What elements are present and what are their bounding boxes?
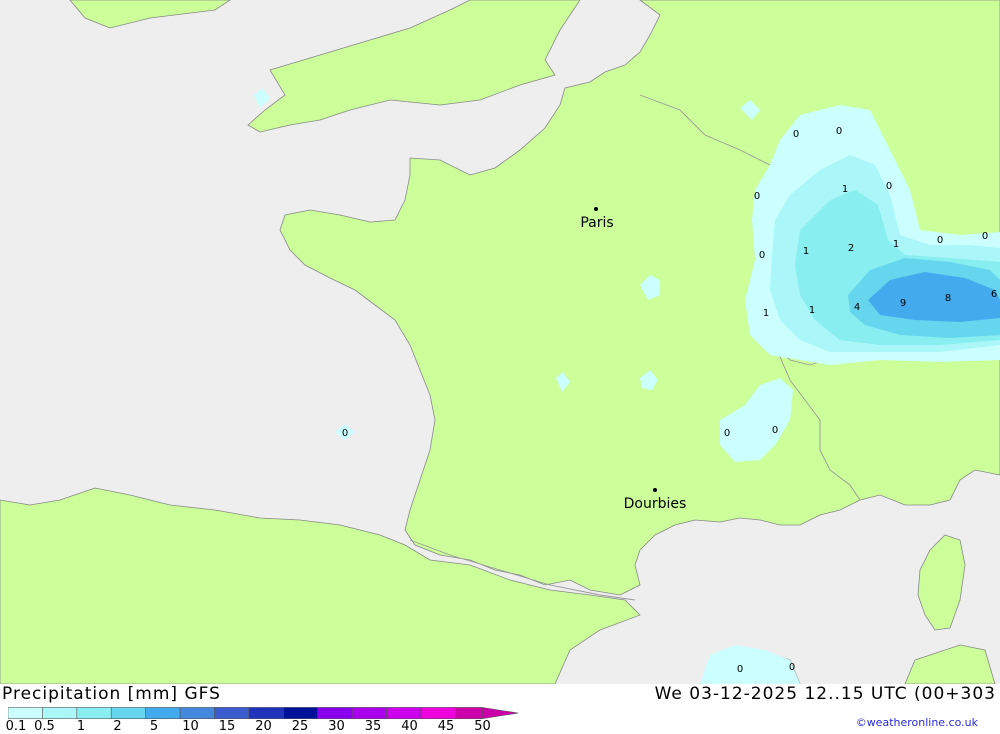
legend-tick-label: 1 — [76, 719, 86, 734]
legend-swatch — [145, 707, 181, 719]
map-title: Precipitation [mm] GFS — [2, 684, 221, 704]
legend-tick-label: 15 — [218, 719, 236, 734]
legend-labels: 0.1 0.5 1 2 5 10 15 20 25 30 35 40 45 50 — [0, 719, 520, 734]
legend-tick-label: 2 — [113, 719, 122, 734]
legend-swatch — [110, 707, 146, 719]
legend-swatch — [455, 707, 483, 719]
legend-swatch — [283, 707, 319, 719]
value-label: 0 — [754, 191, 760, 202]
legend-swatch — [420, 707, 456, 719]
legend-tick-label: 35 — [364, 719, 382, 734]
value-label: 0 — [836, 126, 842, 137]
legend-swatch — [386, 707, 422, 719]
legend-swatch — [248, 707, 284, 719]
value-label: 0 — [982, 231, 988, 242]
legend-tick-label: 50 — [474, 719, 491, 734]
value-label: 0 — [886, 181, 892, 192]
city-label: Paris — [580, 215, 613, 231]
legend-tick-label: 10 — [182, 719, 199, 734]
legend-swatch — [214, 707, 250, 719]
legend-tick-label: 0.1 — [5, 719, 27, 734]
legend-swatch — [179, 707, 215, 719]
precipitation-map: 0 0 0 1 0 0 1 2 1 0 0 1 1 4 9 8 6 0 0 0 … — [0, 0, 1000, 684]
value-label: 1 — [893, 239, 899, 250]
legend-tick-label: 0.5 — [34, 719, 55, 734]
value-label: 0 — [759, 250, 765, 261]
value-label: 0 — [737, 664, 743, 675]
city-marker — [653, 488, 657, 492]
legend-tick-label: 25 — [291, 719, 309, 734]
legend-tick-label: 40 — [401, 719, 418, 734]
legend-tick-label: 45 — [437, 719, 455, 734]
map-footer: Precipitation [mm] GFS We 03-12-2025 12.… — [0, 684, 1000, 734]
value-label: 2 — [848, 243, 854, 254]
legend-tick-label: 30 — [328, 719, 345, 734]
legend-swatch — [42, 707, 78, 719]
legend-tick-label: 5 — [149, 719, 159, 734]
valid-time: We 03-12-2025 12..15 UTC (00+303 — [654, 684, 996, 704]
city-marker — [594, 207, 598, 211]
value-label: 1 — [809, 305, 815, 316]
value-label: 0 — [789, 662, 795, 673]
value-label: 1 — [842, 184, 848, 195]
value-label: 6 — [991, 289, 997, 300]
value-label: 0 — [342, 428, 348, 439]
credit-link[interactable]: ©weatheronline.co.uk — [856, 716, 978, 729]
value-label: 8 — [945, 293, 951, 304]
value-label: 1 — [763, 308, 769, 319]
legend-swatch — [351, 707, 387, 719]
value-label: 1 — [803, 246, 809, 257]
value-label: 0 — [793, 129, 799, 140]
legend-swatch — [317, 707, 353, 719]
legend-swatch — [76, 707, 112, 719]
value-label: 0 — [937, 235, 943, 246]
value-label: 0 — [772, 425, 778, 436]
legend-arrow — [482, 707, 519, 720]
city-label: Dourbies — [624, 496, 687, 512]
value-label: 9 — [900, 298, 906, 309]
value-label: 4 — [854, 302, 860, 313]
legend-swatch — [8, 707, 43, 719]
value-label: 0 — [724, 428, 730, 439]
legend-tick-label: 20 — [255, 719, 272, 734]
